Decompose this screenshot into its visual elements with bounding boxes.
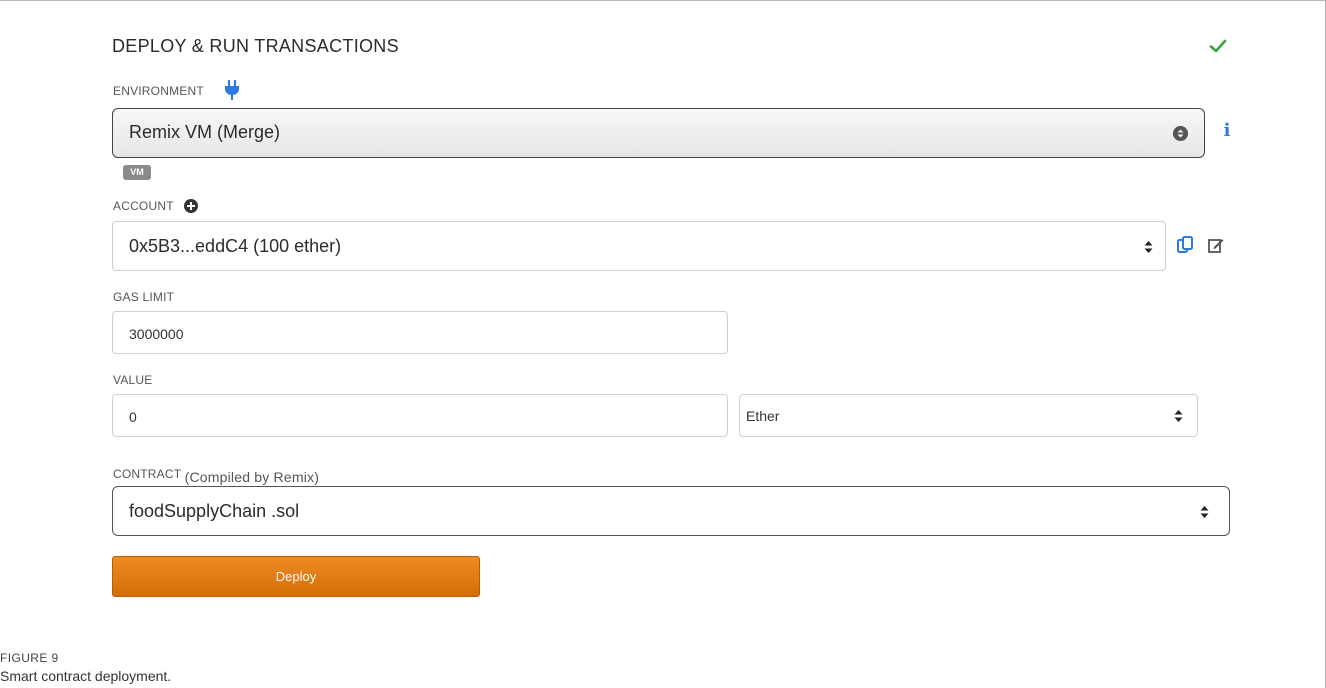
- value-label: VALUE: [113, 373, 153, 387]
- panel-title: DEPLOY & RUN TRANSACTIONS: [112, 36, 399, 56]
- info-icon[interactable]: i: [1220, 120, 1234, 142]
- environment-label: ENVIRONMENT: [113, 84, 204, 98]
- figure-number: FIGURE 9: [0, 651, 59, 665]
- plug-icon: [225, 80, 239, 100]
- account-select[interactable]: 0x5B3...eddC4 (100 ether): [112, 221, 1166, 271]
- contract-select[interactable]: foodSupplyChain .sol: [112, 486, 1230, 536]
- select-arrows-icon: [1174, 410, 1183, 422]
- account-label: ACCOUNT: [113, 199, 174, 213]
- plus-circle-icon[interactable]: [184, 199, 198, 213]
- select-arrows-icon: [1173, 126, 1188, 141]
- contract-label: CONTRACT (Compiled by Remix): [113, 465, 319, 485]
- unit-select[interactable]: Ether: [739, 394, 1198, 437]
- account-selected-value: 0x5B3...eddC4 (100 ether): [129, 236, 342, 256]
- value-input[interactable]: 0: [112, 394, 728, 437]
- environment-select[interactable]: Remix VM (Merge): [112, 108, 1205, 158]
- copy-icon[interactable]: [1177, 236, 1194, 254]
- figure-caption: Smart contract deployment.: [0, 668, 172, 684]
- contract-sub-label: (Compiled by Remix): [184, 469, 320, 485]
- contract-label-text: CONTRACT: [113, 467, 182, 481]
- select-arrows-icon: [1144, 241, 1153, 253]
- contract-selected-value: foodSupplyChain .sol: [129, 501, 300, 521]
- gas-limit-input[interactable]: 3000000: [112, 311, 728, 354]
- edit-icon[interactable]: [1208, 237, 1224, 253]
- gas-limit-label: GAS LIMIT: [113, 290, 175, 304]
- select-arrows-icon: [1200, 506, 1209, 518]
- vm-badge: VM: [123, 165, 151, 180]
- environment-selected-value: Remix VM (Merge): [129, 122, 281, 142]
- check-icon: [1209, 39, 1227, 53]
- unit-selected-value: Ether: [746, 408, 780, 424]
- deploy-button[interactable]: Deploy: [112, 556, 480, 597]
